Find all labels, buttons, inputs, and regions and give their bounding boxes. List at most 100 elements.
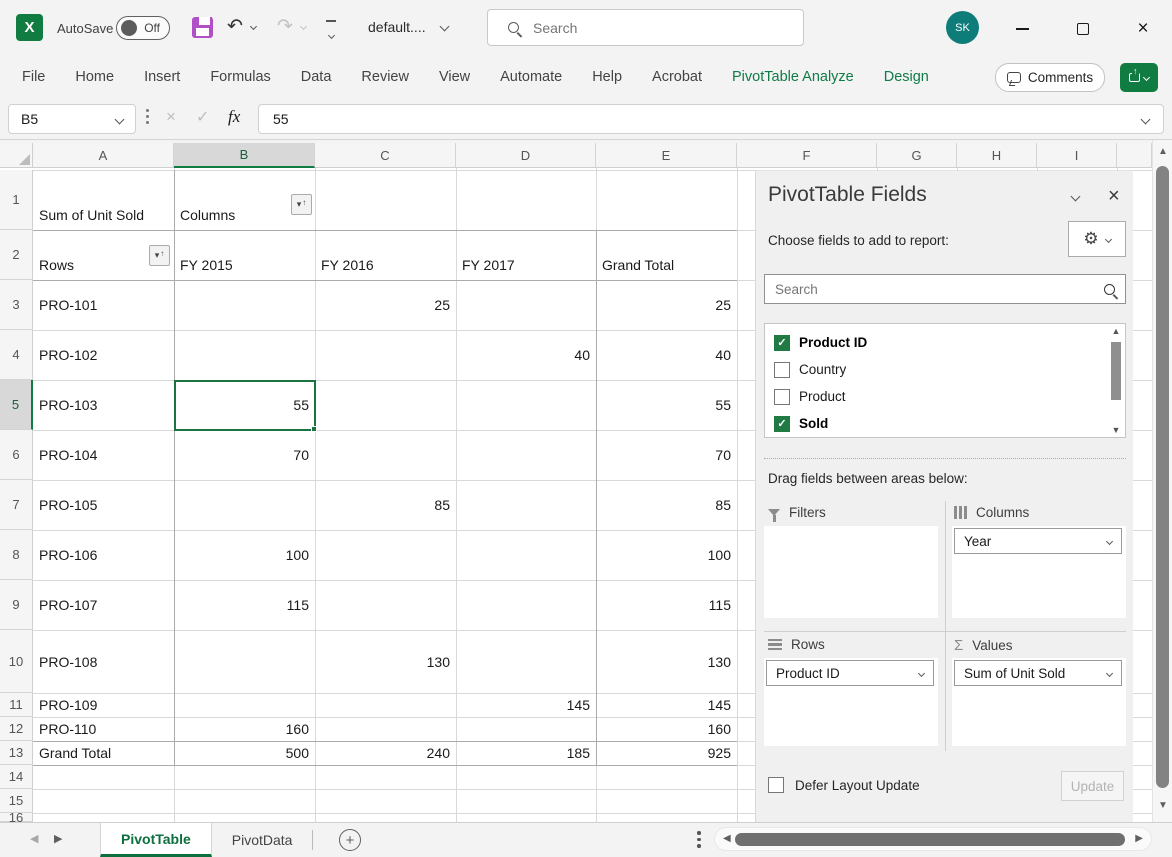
pane-chevron-icon[interactable] [1071, 192, 1081, 202]
rows-area-item[interactable]: Product ID [766, 660, 934, 686]
minimize-button[interactable] [1000, 14, 1044, 44]
name-box-chevron-icon[interactable] [115, 114, 125, 124]
sheet-tab-pivotdata[interactable]: PivotData [212, 823, 313, 857]
pivot-grand-total-label[interactable]: Grand Total [33, 741, 174, 765]
pivot-cell[interactable]: 40 [596, 330, 737, 380]
field-checkbox[interactable]: ✓ [774, 416, 790, 432]
pivot-column-header[interactable]: FY 2017 [456, 230, 596, 280]
column-header-D[interactable]: D [456, 143, 596, 168]
ribbon-tab-formulas[interactable]: Formulas [210, 69, 270, 85]
close-button[interactable]: × [1121, 14, 1165, 44]
pivot-row-label[interactable]: PRO-106 [33, 530, 174, 580]
item-chevron-icon[interactable] [1106, 537, 1113, 544]
pivot-cell[interactable]: 145 [456, 693, 596, 717]
insert-function-icon[interactable]: fx [228, 107, 240, 127]
maximize-button[interactable] [1061, 14, 1105, 44]
scroll-up-icon[interactable]: ▲ [1153, 146, 1172, 157]
pivot-row-label[interactable]: PRO-110 [33, 717, 174, 741]
scroll-thumb[interactable] [1111, 342, 1121, 400]
scroll-up-icon[interactable]: ▲ [1109, 326, 1123, 336]
pivot-cell[interactable]: 85 [315, 480, 456, 530]
pivot-cell[interactable]: 115 [174, 580, 315, 630]
rows-filter-button[interactable]: ▾↑ [149, 245, 170, 266]
sheet-nav-left-icon[interactable]: ◀ [30, 832, 38, 845]
doc-name-chevron-icon[interactable] [440, 22, 450, 32]
pivot-cell[interactable]: 70 [174, 430, 315, 480]
pivot-cell[interactable]: 55 [596, 380, 737, 430]
field-checkbox[interactable] [774, 362, 790, 378]
pivot-cell[interactable]: 160 [596, 717, 737, 741]
field-item-country[interactable]: Country [765, 356, 1095, 383]
search-input[interactable] [533, 20, 773, 36]
formula-input[interactable]: 55 [258, 104, 1164, 134]
vertical-scrollbar[interactable]: ▲ ▼ [1152, 140, 1172, 822]
pivot-cell[interactable]: 145 [596, 693, 737, 717]
pivot-cell[interactable]: 25 [596, 280, 737, 330]
column-header-I[interactable]: I [1037, 143, 1117, 168]
row-header-2[interactable]: 2 [0, 230, 33, 280]
pivot-row-label[interactable]: PRO-108 [33, 630, 174, 693]
scroll-left-icon[interactable]: ◀ [723, 833, 731, 844]
column-header-G[interactable]: G [877, 143, 957, 168]
values-area-item[interactable]: Sum of Unit Sold [954, 660, 1122, 686]
row-header-6[interactable]: 6 [0, 430, 33, 480]
name-box[interactable]: B5 [8, 104, 136, 134]
formula-bar-expand-chevron-icon[interactable] [1141, 114, 1151, 124]
row-header-3[interactable]: 3 [0, 280, 33, 330]
comments-button[interactable]: Comments [995, 63, 1105, 92]
pivot-row-label[interactable]: PRO-107 [33, 580, 174, 630]
columns-area-item[interactable]: Year [954, 528, 1122, 554]
column-header-F[interactable]: F [737, 143, 877, 168]
select-all-corner[interactable] [0, 143, 33, 168]
values-area-box[interactable]: Sum of Unit Sold [952, 658, 1126, 746]
ribbon-tab-acrobat[interactable]: Acrobat [652, 69, 702, 85]
ribbon-tab-help[interactable]: Help [592, 69, 622, 85]
quick-access-chevron-icon[interactable] [325, 20, 337, 43]
pivot-grand-total-cell[interactable]: 240 [315, 741, 456, 765]
add-sheet-button[interactable]: + [339, 829, 361, 851]
pivot-row-label[interactable]: PRO-103 [33, 380, 174, 430]
share-button[interactable] [1120, 63, 1158, 92]
filters-area-box[interactable] [764, 526, 938, 618]
horizontal-scroll-thumb[interactable] [735, 833, 1125, 846]
document-name[interactable]: default.... [368, 19, 426, 35]
column-header-A[interactable]: A [33, 143, 174, 168]
row-header-11[interactable]: 11 [0, 693, 33, 717]
column-header-H[interactable]: H [957, 143, 1037, 168]
field-item-sold[interactable]: ✓Sold [765, 410, 1095, 437]
field-checkbox[interactable]: ✓ [774, 335, 790, 351]
ribbon-tab-pivottable-analyze[interactable]: PivotTable Analyze [732, 69, 854, 85]
item-chevron-icon[interactable] [1106, 669, 1113, 676]
column-header-B[interactable]: B [174, 143, 315, 168]
row-header-14[interactable]: 14 [0, 765, 33, 789]
pivot-cell[interactable]: 40 [456, 330, 596, 380]
pivot-corner-cell[interactable]: Sum of Unit Sold [33, 170, 174, 230]
autosave-toggle[interactable]: Off [116, 16, 170, 40]
pivot-cell[interactable]: 100 [174, 530, 315, 580]
vertical-scroll-thumb[interactable] [1156, 166, 1169, 788]
row-header-10[interactable]: 10 [0, 630, 33, 693]
pivot-grand-total-cell[interactable]: 500 [174, 741, 315, 765]
field-list[interactable]: ✓Product IDCountryProduct✓Sold ▲ ▼ [764, 323, 1126, 438]
pivot-row-label[interactable]: PRO-105 [33, 480, 174, 530]
sheet-options-ellipsis-icon[interactable] [697, 831, 701, 848]
pivot-row-label[interactable]: PRO-104 [33, 430, 174, 480]
pivot-column-header[interactable]: FY 2016 [315, 230, 456, 280]
field-item-product[interactable]: Product [765, 383, 1095, 410]
columns-area-box[interactable]: Year [952, 526, 1126, 618]
field-checkbox[interactable] [774, 389, 790, 405]
scroll-down-icon[interactable]: ▼ [1109, 425, 1123, 435]
row-header-9[interactable]: 9 [0, 580, 33, 630]
ribbon-tab-automate[interactable]: Automate [500, 69, 562, 85]
row-header-5[interactable]: 5 [0, 380, 33, 430]
pane-search[interactable] [764, 274, 1126, 304]
scroll-down-icon[interactable]: ▼ [1153, 800, 1172, 811]
ribbon-tab-data[interactable]: Data [301, 69, 332, 85]
ribbon-tab-file[interactable]: File [22, 69, 45, 85]
row-header-8[interactable]: 8 [0, 530, 33, 580]
row-header-13[interactable]: 13 [0, 741, 33, 765]
pivot-grand-total-cell[interactable]: 925 [596, 741, 737, 765]
pivot-cell[interactable]: 85 [596, 480, 737, 530]
save-icon[interactable] [192, 17, 213, 38]
avatar[interactable]: SK [946, 11, 979, 44]
